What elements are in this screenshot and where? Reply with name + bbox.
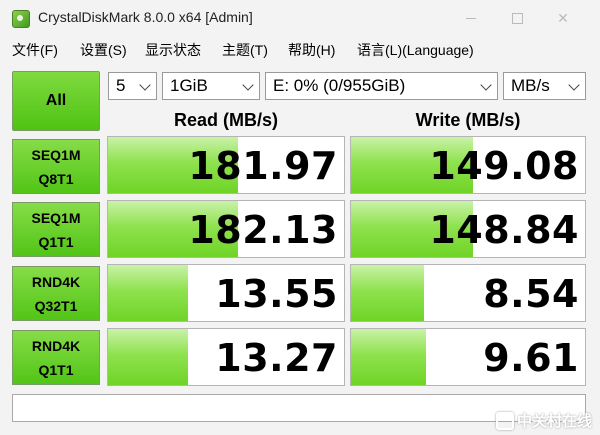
drive-select[interactable]: E: 0% (0/955GiB) bbox=[265, 72, 498, 100]
maximize-button[interactable] bbox=[494, 0, 540, 36]
read-value: 13.27 bbox=[215, 336, 338, 380]
minimize-icon bbox=[466, 17, 476, 19]
app-icon bbox=[12, 10, 30, 28]
unit-value: MB/s bbox=[511, 76, 550, 95]
test-queue-label: Q1T1 bbox=[38, 361, 74, 378]
write-value: 9.61 bbox=[483, 336, 579, 380]
watermark-logo-icon bbox=[495, 411, 514, 430]
write-progress-bar bbox=[351, 329, 426, 385]
window-title: CrystalDiskMark 8.0.0 x64 [Admin] bbox=[38, 9, 253, 25]
write-column-header: Write (MB/s) bbox=[415, 110, 521, 130]
close-button[interactable]: ✕ bbox=[540, 0, 586, 36]
test-size-value: 1GiB bbox=[170, 76, 208, 95]
maximize-icon bbox=[511, 12, 523, 24]
test-queue-label: Q32T1 bbox=[34, 297, 78, 314]
menu-display-status[interactable]: 显示状态 bbox=[145, 40, 201, 60]
read-result-rnd4k-q1t1: 13.27 bbox=[107, 328, 345, 386]
run-all-button[interactable]: All bbox=[12, 71, 100, 131]
write-result-seq1m-q1t1: 148.84 bbox=[350, 200, 586, 258]
chevron-down-icon bbox=[568, 79, 580, 91]
close-icon: ✕ bbox=[557, 9, 569, 26]
write-result-seq1m-q8t1: 149.08 bbox=[350, 136, 586, 194]
read-result-rnd4k-q32t1: 13.55 bbox=[107, 264, 345, 322]
read-column-header: Read (MB/s) bbox=[173, 110, 278, 130]
write-result-rnd4k-q32t1: 8.54 bbox=[350, 264, 586, 322]
read-progress-bar bbox=[108, 329, 189, 385]
test-count-value: 5 bbox=[116, 76, 126, 95]
read-progress-bar bbox=[108, 265, 189, 321]
write-value: 149.08 bbox=[429, 144, 579, 188]
drive-value: E: 0% (0/955GiB) bbox=[273, 76, 406, 95]
test-button-seq1m-q1t1[interactable]: SEQ1M Q1T1 bbox=[12, 202, 100, 257]
chevron-down-icon bbox=[480, 79, 492, 91]
minimize-button[interactable] bbox=[448, 0, 494, 36]
read-value: 182.13 bbox=[188, 208, 338, 252]
menu-help[interactable]: 帮助(H) bbox=[288, 40, 335, 60]
menu-theme[interactable]: 主题(T) bbox=[222, 40, 268, 60]
test-count-select[interactable]: 5 bbox=[108, 72, 157, 100]
chevron-down-icon bbox=[242, 79, 254, 91]
test-size-select[interactable]: 1GiB bbox=[162, 72, 260, 100]
write-value: 8.54 bbox=[483, 272, 579, 316]
read-value: 13.55 bbox=[215, 272, 338, 316]
test-type-label: RND4K bbox=[31, 337, 81, 354]
chevron-down-icon bbox=[139, 79, 151, 91]
title-bar: CrystalDiskMark 8.0.0 x64 [Admin] ✕ bbox=[0, 0, 600, 36]
watermark-text: 中关村在线 bbox=[516, 413, 592, 430]
test-type-label: SEQ1M bbox=[31, 209, 81, 226]
test-button-rnd4k-q1t1[interactable]: RND4K Q1T1 bbox=[12, 330, 100, 385]
test-button-seq1m-q8t1[interactable]: SEQ1M Q8T1 bbox=[12, 139, 100, 194]
test-queue-label: Q1T1 bbox=[38, 233, 74, 250]
read-result-seq1m-q1t1: 182.13 bbox=[107, 200, 345, 258]
test-queue-label: Q8T1 bbox=[38, 170, 74, 187]
write-progress-bar bbox=[351, 265, 424, 321]
test-type-label: RND4K bbox=[31, 273, 81, 290]
write-value: 148.84 bbox=[429, 208, 579, 252]
menu-file[interactable]: 文件(F) bbox=[12, 40, 58, 60]
write-result-rnd4k-q1t1: 9.61 bbox=[350, 328, 586, 386]
read-result-seq1m-q8t1: 181.97 bbox=[107, 136, 345, 194]
menu-settings[interactable]: 设置(S) bbox=[80, 40, 127, 60]
unit-select[interactable]: MB/s bbox=[503, 72, 586, 100]
menu-bar: 文件(F) 设置(S) 显示状态 主题(T) 帮助(H) 语言(L)(Langu… bbox=[0, 36, 600, 62]
test-button-rnd4k-q32t1[interactable]: RND4K Q32T1 bbox=[12, 266, 100, 321]
menu-language[interactable]: 语言(L)(Language) bbox=[357, 40, 474, 60]
read-value: 181.97 bbox=[188, 144, 338, 188]
test-type-label: SEQ1M bbox=[31, 146, 81, 163]
watermark: 中关村在线 bbox=[495, 410, 592, 431]
